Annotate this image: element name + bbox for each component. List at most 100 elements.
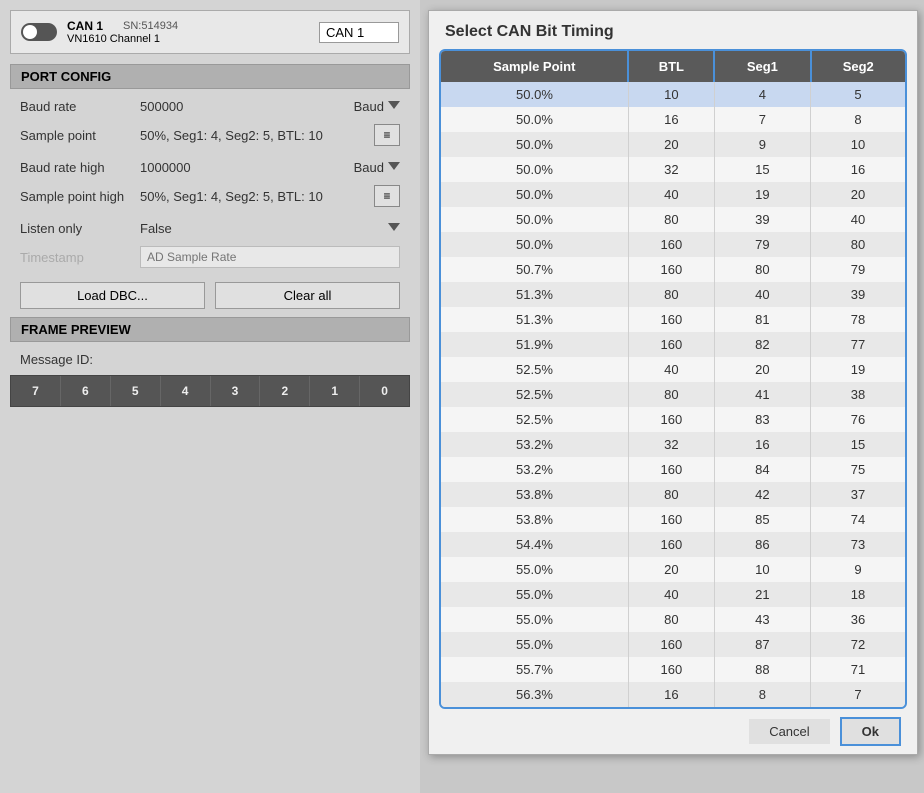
device-channel: VN1610 Channel 1 [67, 33, 178, 45]
table-row[interactable]: 50.0%1607980 [441, 232, 905, 257]
col-sample-point: Sample Point [441, 51, 628, 82]
table-cell: 16 [628, 107, 714, 132]
table-row[interactable]: 50.0%1678 [441, 107, 905, 132]
table-cell: 160 [628, 507, 714, 532]
table-cell: 56.3% [441, 682, 628, 707]
table-cell: 16 [714, 432, 810, 457]
load-dbc-button[interactable]: Load DBC... [20, 282, 205, 309]
table-row[interactable]: 53.8%804237 [441, 482, 905, 507]
table-cell: 36 [811, 607, 906, 632]
table-cell: 73 [811, 532, 906, 557]
can-bit-timing-dialog: Select CAN Bit Timing Sample Point BTL S… [428, 10, 918, 755]
table-row[interactable]: 52.5%804138 [441, 382, 905, 407]
table-cell: 18 [811, 582, 906, 607]
table-cell: 52.5% [441, 407, 628, 432]
table-row[interactable]: 51.3%804039 [441, 282, 905, 307]
clear-all-button[interactable]: Clear all [215, 282, 400, 309]
table-cell: 52.5% [441, 357, 628, 382]
table-cell: 76 [811, 407, 906, 432]
table-row[interactable]: 51.9%1608277 [441, 332, 905, 357]
message-id-label: Message ID: [0, 348, 420, 371]
table-row[interactable]: 50.0%20910 [441, 132, 905, 157]
table-row[interactable]: 56.3%1687 [441, 682, 905, 707]
table-cell: 37 [811, 482, 906, 507]
listen-only-value: False [140, 221, 388, 236]
listen-only-row: Listen only False [0, 217, 420, 240]
listen-only-arrow-icon[interactable] [388, 223, 400, 235]
baud-rate-high-arrow-icon[interactable] [388, 162, 400, 174]
table-cell: 50.0% [441, 207, 628, 232]
table-row[interactable]: 53.2%1608475 [441, 457, 905, 482]
sample-point-list-button[interactable]: ≡ [374, 124, 400, 146]
table-cell: 9 [714, 132, 810, 157]
table-row[interactable]: 53.2%321615 [441, 432, 905, 457]
table-cell: 160 [628, 532, 714, 557]
table-cell: 20 [714, 357, 810, 382]
table-cell: 50.0% [441, 132, 628, 157]
table-cell: 55.0% [441, 582, 628, 607]
table-cell: 53.2% [441, 457, 628, 482]
table-row[interactable]: 54.4%1608673 [441, 532, 905, 557]
table-cell: 50.0% [441, 107, 628, 132]
table-row[interactable]: 52.5%402019 [441, 357, 905, 382]
table-row[interactable]: 55.0%402118 [441, 582, 905, 607]
frame-preview-header: FRAME PREVIEW [10, 317, 410, 342]
table-cell: 160 [628, 457, 714, 482]
table-row[interactable]: 52.5%1608376 [441, 407, 905, 432]
table-cell: 40 [714, 282, 810, 307]
bit-4: 4 [161, 376, 211, 406]
table-cell: 71 [811, 657, 906, 682]
table-row[interactable]: 50.0%401920 [441, 182, 905, 207]
channel-name-input[interactable] [319, 22, 399, 43]
table-cell: 51.3% [441, 282, 628, 307]
table-cell: 160 [628, 332, 714, 357]
table-cell: 80 [628, 282, 714, 307]
table-row[interactable]: 55.0%1608772 [441, 632, 905, 657]
col-btl: BTL [628, 51, 714, 82]
table-row[interactable]: 55.0%20109 [441, 557, 905, 582]
table-row[interactable]: 55.7%1608871 [441, 657, 905, 682]
table-cell: 16 [811, 157, 906, 182]
table-cell: 40 [628, 357, 714, 382]
sample-point-label: Sample point [20, 128, 140, 143]
baud-rate-row: Baud rate 500000 Baud [0, 95, 420, 118]
baud-rate-high-value: 1000000 [140, 160, 354, 175]
bit-5: 5 [111, 376, 161, 406]
table-cell: 20 [811, 182, 906, 207]
cancel-button[interactable]: Cancel [749, 719, 829, 744]
table-cell: 15 [714, 157, 810, 182]
timing-table-wrapper[interactable]: Sample Point BTL Seg1 Seg2 50.0%104550.0… [439, 49, 907, 709]
dialog-footer: Cancel Ok [429, 709, 917, 754]
bit-7: 7 [11, 376, 61, 406]
table-cell: 77 [811, 332, 906, 357]
baud-rate-arrow-icon[interactable] [388, 101, 400, 113]
baud-rate-high-label: Baud rate high [20, 160, 140, 175]
table-cell: 7 [811, 682, 906, 707]
table-cell: 84 [714, 457, 810, 482]
bit-0: 0 [360, 376, 409, 406]
table-row[interactable]: 50.0%803940 [441, 207, 905, 232]
toggle-switch[interactable] [21, 23, 57, 41]
device-info: CAN 1 SN:514934 VN1610 Channel 1 [67, 19, 178, 45]
table-cell: 80 [811, 232, 906, 257]
baud-rate-suffix: Baud [354, 99, 384, 114]
table-row[interactable]: 50.7%1608079 [441, 257, 905, 282]
sample-point-high-list-button[interactable]: ≡ [374, 185, 400, 207]
timestamp-row: Timestamp [0, 242, 420, 272]
table-cell: 7 [714, 107, 810, 132]
bit-1: 1 [310, 376, 360, 406]
table-row[interactable]: 55.0%804336 [441, 607, 905, 632]
table-cell: 80 [628, 382, 714, 407]
timestamp-label: Timestamp [20, 250, 140, 265]
table-cell: 55.7% [441, 657, 628, 682]
table-cell: 74 [811, 507, 906, 532]
table-cell: 39 [811, 282, 906, 307]
table-row[interactable]: 50.0%1045 [441, 82, 905, 107]
table-row[interactable]: 51.3%1608178 [441, 307, 905, 332]
ok-button[interactable]: Ok [840, 717, 901, 746]
table-cell: 79 [714, 232, 810, 257]
baud-rate-label: Baud rate [20, 99, 140, 114]
timestamp-input[interactable] [140, 246, 400, 268]
table-row[interactable]: 50.0%321516 [441, 157, 905, 182]
table-row[interactable]: 53.8%1608574 [441, 507, 905, 532]
